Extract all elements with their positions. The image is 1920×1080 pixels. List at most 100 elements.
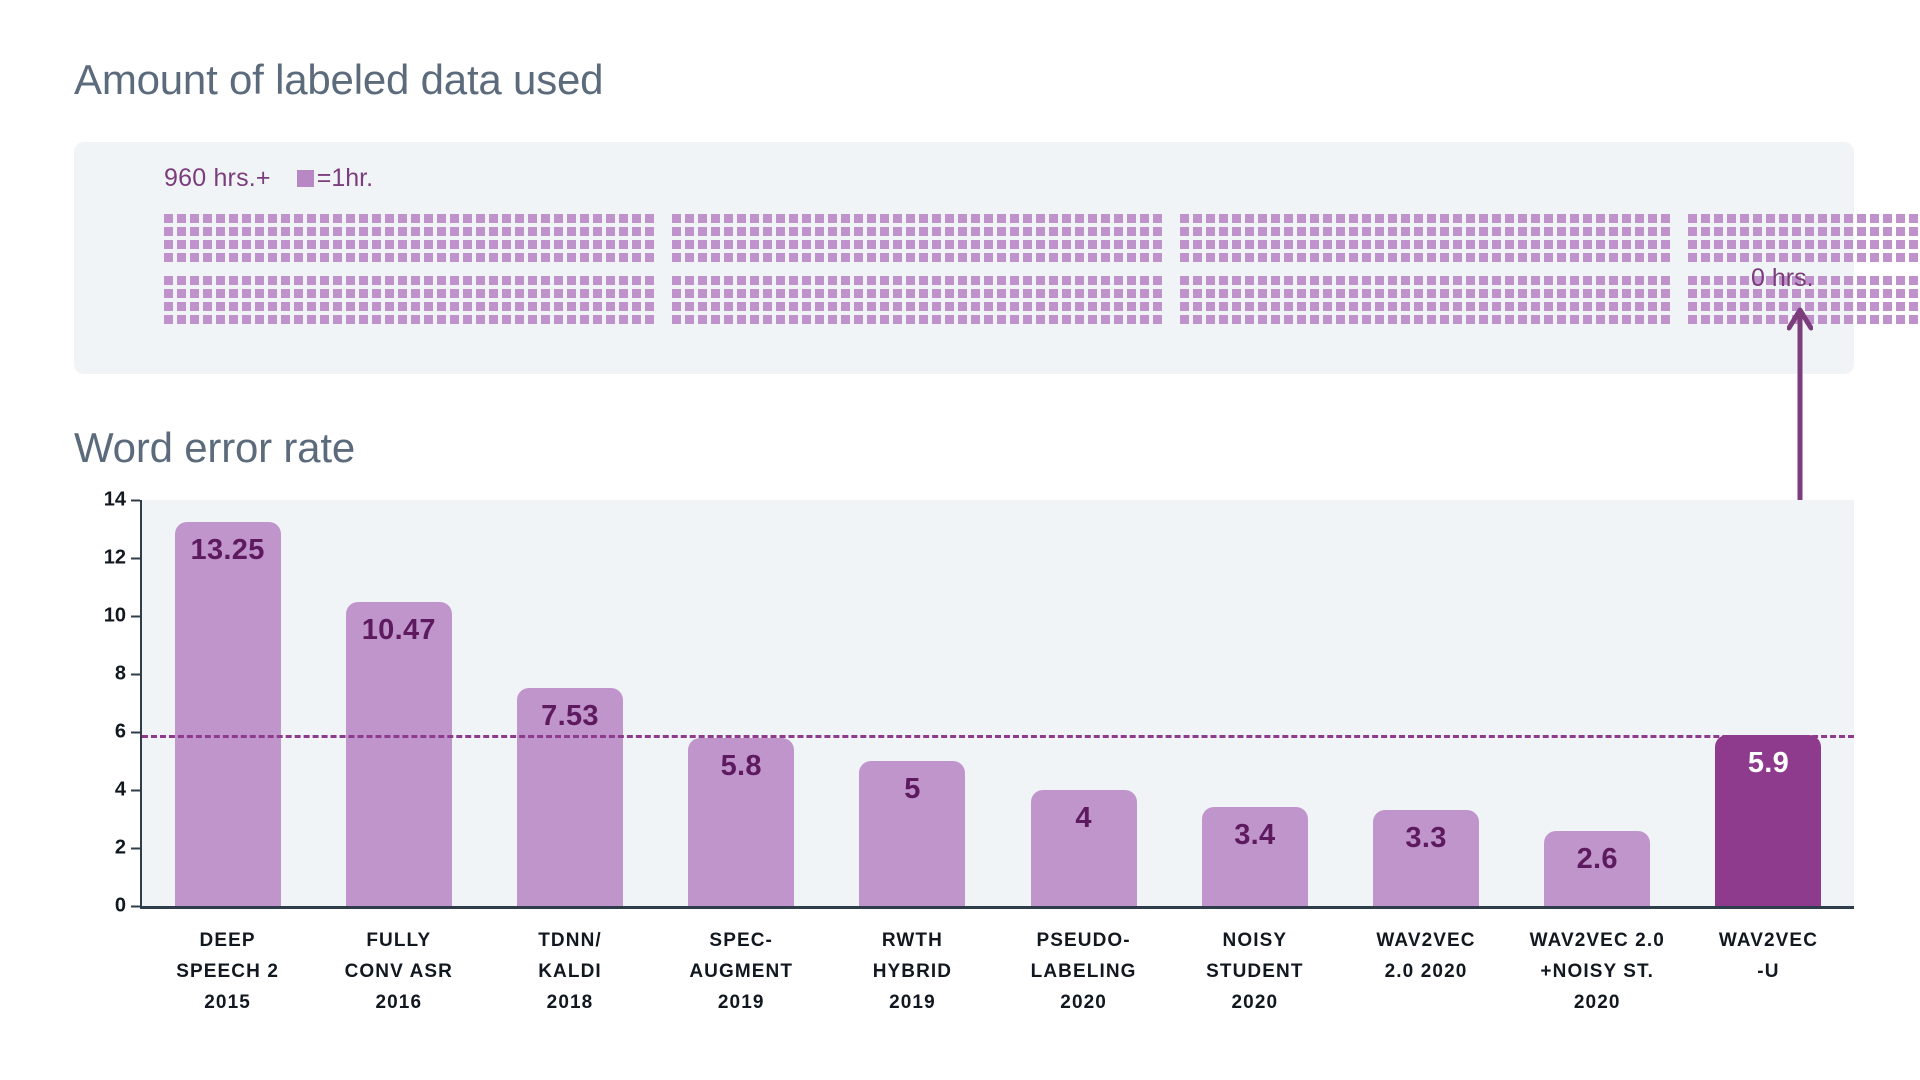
hour-dot (1153, 302, 1162, 311)
hour-dot (880, 276, 889, 285)
hour-dot (1349, 227, 1358, 236)
hour-dot (1779, 253, 1788, 262)
hour-dot (932, 276, 941, 285)
bar[interactable]: 5 (859, 761, 966, 906)
bar[interactable]: 13.25 (174, 521, 281, 906)
hour-dot (1427, 302, 1436, 311)
hour-dot (1440, 214, 1449, 223)
hour-dot (476, 253, 485, 262)
hour-dot (1557, 214, 1566, 223)
hour-dot (1805, 214, 1814, 223)
hour-dot (1362, 276, 1371, 285)
hour-dot (1023, 302, 1032, 311)
hour-dot (1557, 315, 1566, 324)
hour-dot (1818, 240, 1827, 249)
hour-dot (1362, 227, 1371, 236)
hour-dot (1180, 240, 1189, 249)
hour-dot (1401, 315, 1410, 324)
x-axis-category-line: SPEECH 2 (176, 961, 279, 982)
bar-slot: 5.9 (1683, 500, 1854, 906)
hour-dot (1479, 289, 1488, 298)
hour-dot (880, 214, 889, 223)
hour-dot (1101, 276, 1110, 285)
hour-dot (841, 227, 850, 236)
hour-dot (945, 315, 954, 324)
hour-dot (1401, 227, 1410, 236)
bar-highlighted[interactable]: 5.9 (1715, 734, 1822, 906)
hour-dot (593, 227, 602, 236)
hour-dot (1414, 253, 1423, 262)
bar[interactable]: 2.6 (1544, 830, 1651, 906)
hour-dot (1232, 227, 1241, 236)
hour-dot (1570, 253, 1579, 262)
hour-dot (1388, 276, 1397, 285)
hour-dot (1297, 276, 1306, 285)
hour-dot (1375, 240, 1384, 249)
hour-dot (268, 315, 277, 324)
hour-dot (1766, 302, 1775, 311)
hour-dot (1153, 315, 1162, 324)
hour-dot (1661, 315, 1670, 324)
hour-dot (1805, 227, 1814, 236)
hour-dot (411, 253, 420, 262)
hour-dot (724, 276, 733, 285)
hour-dot (1206, 240, 1215, 249)
hour-dot (281, 302, 290, 311)
hour-dot (632, 289, 641, 298)
hour-dot (776, 276, 785, 285)
hour-dot (1818, 227, 1827, 236)
hour-dot (1258, 276, 1267, 285)
hour-dot (1609, 289, 1618, 298)
hour-dot (1688, 214, 1697, 223)
hour-dot (346, 302, 355, 311)
hour-dot (906, 240, 915, 249)
hour-dot (385, 240, 394, 249)
hour-dot (1896, 253, 1905, 262)
hour-dot (1297, 289, 1306, 298)
hour-dot (242, 227, 251, 236)
hour-dot (1570, 227, 1579, 236)
hour-dot (997, 214, 1006, 223)
legend-unit-label: =1hr. (316, 164, 374, 192)
hour-dot (1101, 315, 1110, 324)
hour-dot (1336, 227, 1345, 236)
bar[interactable]: 4 (1030, 790, 1137, 906)
bar[interactable]: 10.47 (345, 602, 452, 906)
hour-dot (854, 302, 863, 311)
hour-dot (463, 315, 472, 324)
hour-dot (1661, 240, 1670, 249)
hour-dot (1818, 302, 1827, 311)
hour-dot (437, 315, 446, 324)
hour-dot (724, 240, 733, 249)
hour-dot (1114, 227, 1123, 236)
bar[interactable]: 3.4 (1201, 807, 1308, 906)
hour-dot (802, 253, 811, 262)
bar[interactable]: 7.53 (517, 687, 623, 906)
dot-matrix-group (1688, 214, 1920, 262)
bar[interactable]: 3.3 (1373, 810, 1480, 906)
hour-dot (1753, 253, 1762, 262)
hour-dot (593, 302, 602, 311)
hour-dot (1870, 240, 1879, 249)
hour-dot (320, 214, 329, 223)
hour-dot (1583, 276, 1592, 285)
hour-dot (1258, 289, 1267, 298)
hour-dot (567, 302, 576, 311)
x-axis-category-label: WAV2VEC 2.0 +NOISY ST. 2020 (1512, 925, 1683, 1018)
hour-dot (1792, 240, 1801, 249)
hour-dot (1258, 253, 1267, 262)
hour-dot (1388, 253, 1397, 262)
hour-dot (1114, 289, 1123, 298)
hour-dot (1753, 315, 1762, 324)
x-axis-category-label: RWTH HYBRID 2019 (827, 925, 998, 1018)
x-axis-category-label: TDNN/KALDI 2018 (484, 925, 655, 1018)
hour-dot (554, 253, 563, 262)
hour-dot (1883, 253, 1892, 262)
hour-dot (1232, 276, 1241, 285)
hour-dot (984, 302, 993, 311)
hour-dot (424, 276, 433, 285)
hour-dot (685, 253, 694, 262)
bar[interactable]: 5.8 (688, 737, 795, 906)
hour-dot (737, 227, 746, 236)
hour-dot (1909, 315, 1918, 324)
